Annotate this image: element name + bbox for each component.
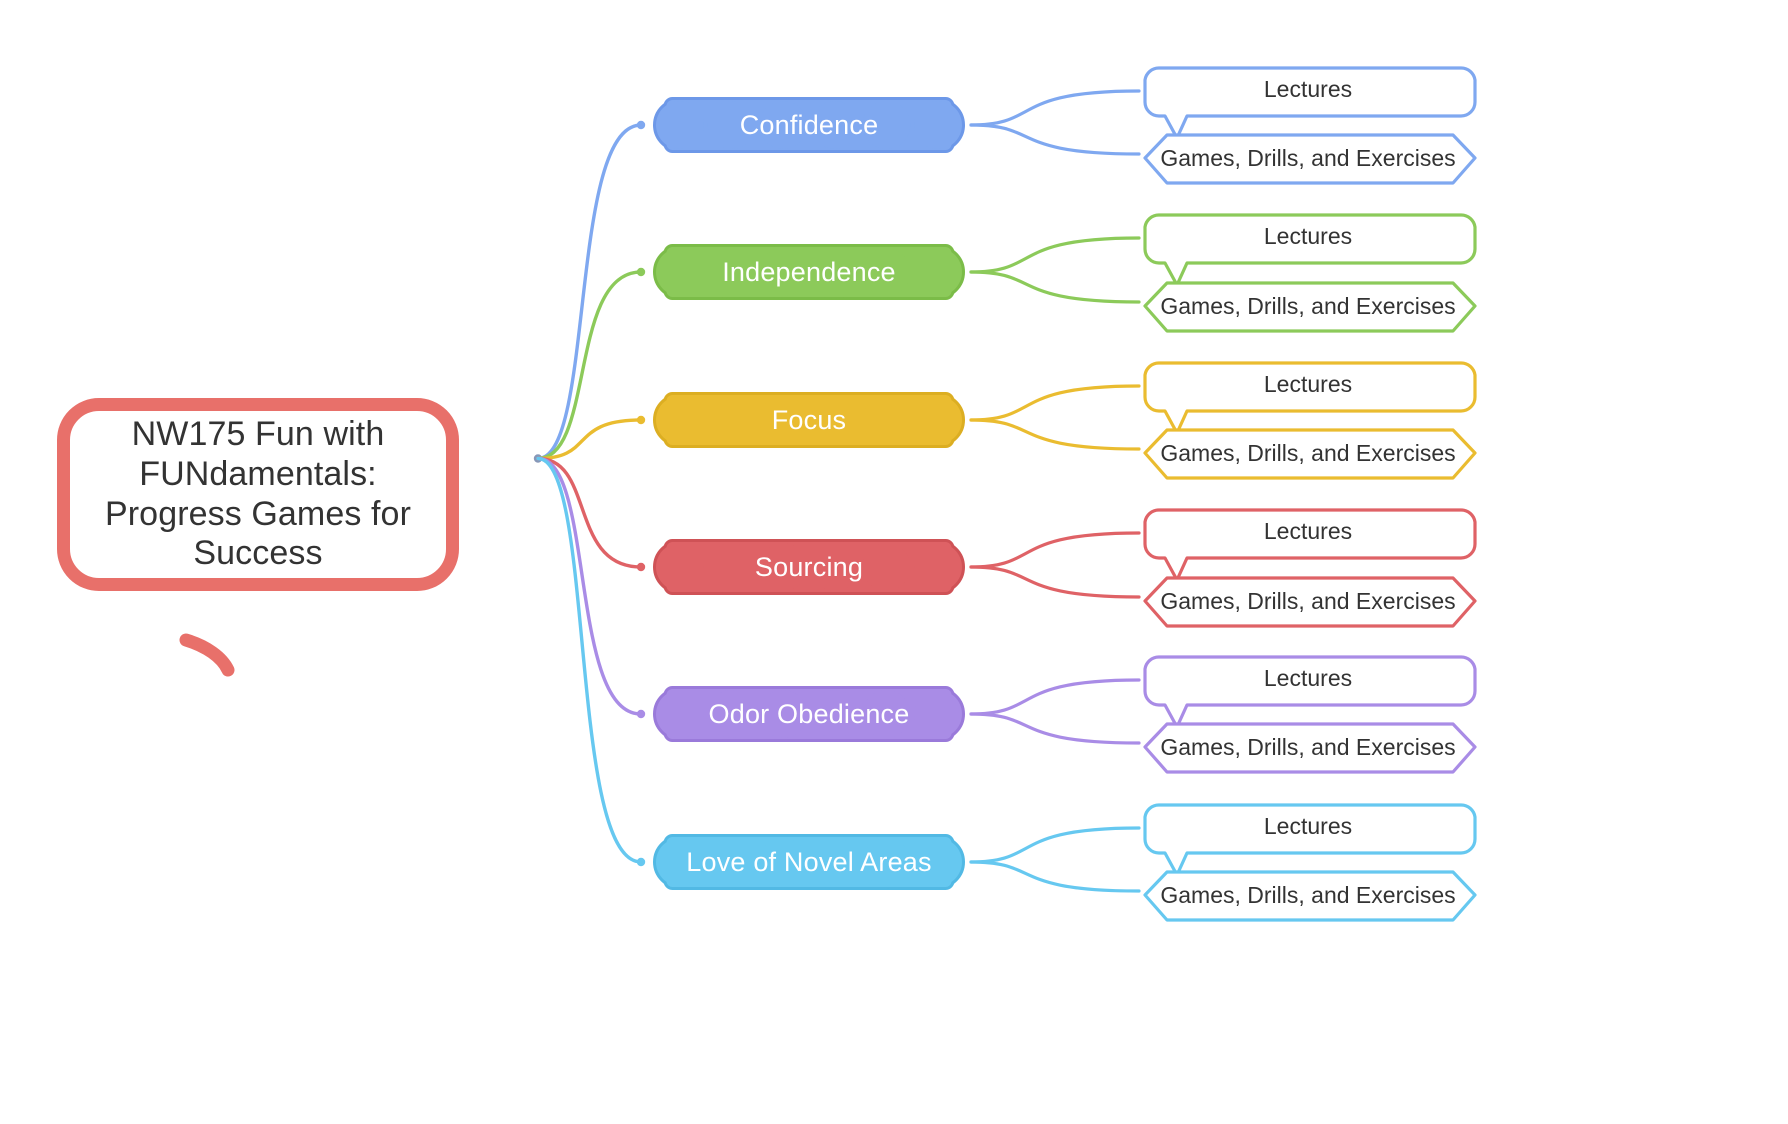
child-node-lectures-5[interactable]: Lectures — [1143, 655, 1477, 729]
child-node-games-5[interactable]: Games, Drills, and Exercises — [1143, 722, 1477, 774]
child-node-lectures-2[interactable]: Lectures — [1143, 213, 1477, 287]
branch-node-odor-obedience[interactable]: Odor Obedience — [653, 686, 965, 742]
branch-node-confidence[interactable]: Confidence — [653, 97, 965, 153]
child-node-lectures-3[interactable]: Lectures — [1143, 361, 1477, 435]
root-node-label: NW175 Fun with FUNdamentals: Progress Game… — [104, 414, 411, 573]
branch-node-independence[interactable]: Independence — [653, 244, 965, 300]
mindmap-canvas: NW175 Fun with FUNdamentals: Progress Game… — [0, 0, 1788, 1124]
child-node-lectures-1[interactable]: Lectures — [1143, 66, 1477, 140]
branch-node-sourcing[interactable]: Sourcing — [653, 539, 965, 595]
child-node-games-3[interactable]: Games, Drills, and Exercises — [1143, 428, 1477, 480]
branch-node-love-of-novel-areas[interactable]: Love of Novel Areas — [653, 834, 965, 890]
child-node-games-1[interactable]: Games, Drills, and Exercises — [1143, 133, 1477, 185]
child-node-lectures-4[interactable]: Lectures — [1143, 508, 1477, 582]
child-node-games-2[interactable]: Games, Drills, and Exercises — [1143, 281, 1477, 333]
branch-node-focus[interactable]: Focus — [653, 392, 965, 448]
child-node-lectures-6[interactable]: Lectures — [1143, 803, 1477, 877]
root-node[interactable]: NW175 Fun with FUNdamentals: Progress Game… — [57, 398, 459, 591]
child-node-games-4[interactable]: Games, Drills, and Exercises — [1143, 576, 1477, 628]
child-node-games-6[interactable]: Games, Drills, and Exercises — [1143, 870, 1477, 922]
